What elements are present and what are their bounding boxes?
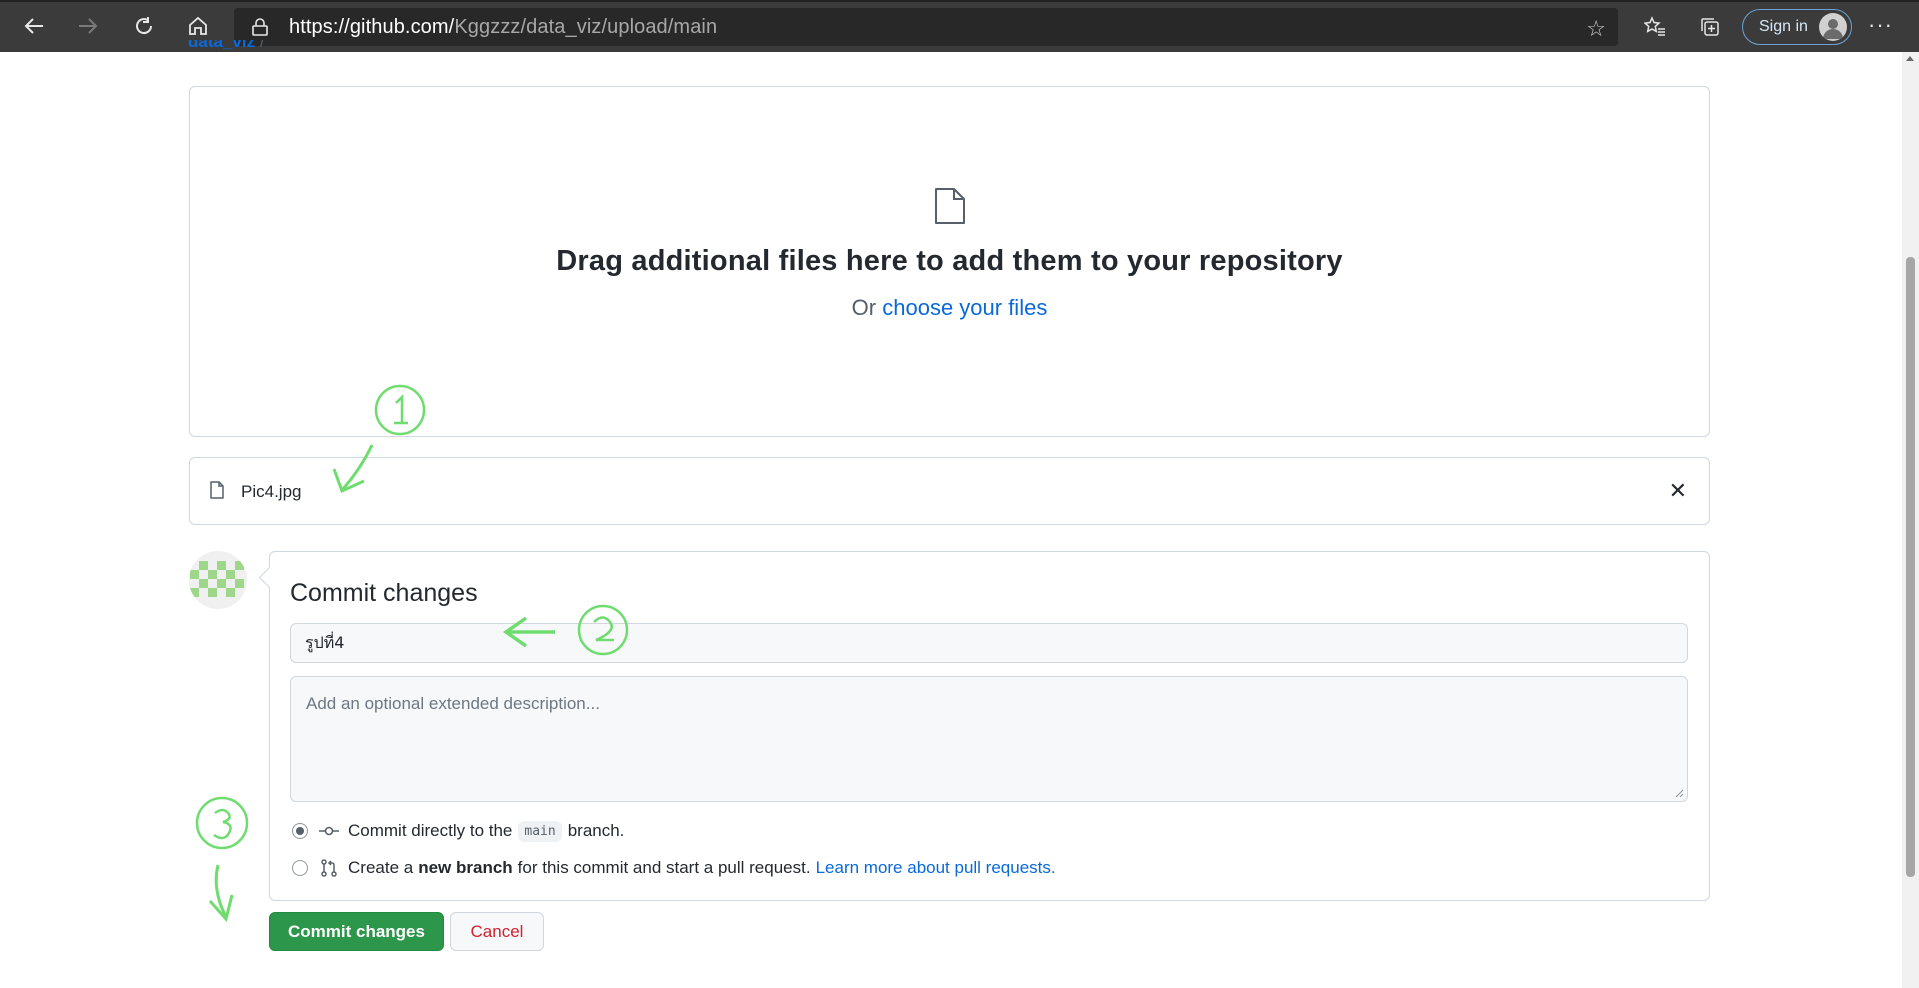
cancel-button[interactable]: Cancel — [450, 912, 544, 951]
description-placeholder: Add an optional extended description... — [306, 694, 600, 713]
commit-form: Commit changes รูปที่4 Add an optional e… — [269, 551, 1710, 901]
collections-icon[interactable] — [1693, 10, 1727, 44]
url-text[interactable]: https://github.com/Kggzzz/data_viz/uploa… — [289, 16, 717, 39]
file-drop-zone[interactable]: Drag additional files here to add them t… — [189, 86, 1710, 437]
new-branch-bold: new branch — [418, 858, 513, 877]
option-commit-direct[interactable]: Commit directly to the main branch. — [292, 819, 624, 843]
drop-zone-prefix: Or — [851, 295, 877, 320]
commit-direct-radio[interactable] — [292, 823, 308, 839]
scrollbar-thumb[interactable] — [1906, 257, 1915, 877]
sign-in-label: Sign in — [1759, 18, 1808, 35]
home-icon[interactable] — [180, 8, 216, 44]
drop-zone-subtitle: Or choose your files — [190, 295, 1709, 321]
uploaded-file-row: Pic4.jpg ✕ — [189, 457, 1710, 525]
more-icon[interactable]: ··· — [1868, 12, 1893, 38]
remove-file-icon[interactable]: ✕ — [1669, 478, 1687, 504]
new-branch-prefix: Create a — [348, 858, 414, 877]
favorite-star-icon[interactable]: ☆ — [1586, 16, 1606, 42]
url-path: Kggzzz/data_viz/upload/main — [454, 15, 718, 38]
url-host: https://github.com/ — [289, 15, 455, 38]
git-commit-icon — [318, 822, 340, 840]
profile-icon — [1819, 13, 1847, 41]
file-icon — [210, 481, 224, 504]
new-branch-suffix: for this commit and start a pull request… — [517, 858, 811, 877]
commit-summary-input[interactable]: รูปที่4 — [290, 623, 1688, 663]
back-icon[interactable] — [16, 8, 52, 44]
sign-in-button[interactable]: Sign in — [1742, 9, 1852, 45]
address-bar[interactable]: https://github.com/Kggzzz/data_viz/uploa… — [234, 8, 1618, 46]
commit-heading: Commit changes — [290, 579, 478, 607]
commit-direct-suffix: branch. — [567, 821, 625, 840]
scroll-up-arrow-icon[interactable] — [1906, 56, 1914, 61]
lock-icon[interactable] — [252, 18, 268, 41]
branch-name: main — [518, 820, 562, 842]
forward-icon[interactable] — [70, 8, 106, 44]
uploaded-file-name: Pic4.jpg — [241, 482, 302, 501]
learn-more-pull-requests-link[interactable]: Learn more about pull requests. — [816, 858, 1056, 878]
tab-strip — [0, 0, 1919, 2]
resize-handle-icon[interactable] — [1674, 788, 1684, 798]
commit-description-textarea[interactable]: Add an optional extended description... — [290, 676, 1688, 802]
commit-direct-label: Commit directly to the — [348, 821, 513, 840]
avatar — [189, 551, 247, 609]
browser-toolbar: https://github.com/Kggzzz/data_viz/uploa… — [0, 0, 1919, 52]
choose-files-link[interactable]: choose your files — [882, 295, 1047, 320]
git-pull-request-icon — [318, 859, 340, 877]
new-branch-radio[interactable] — [292, 860, 308, 876]
breadcrumb: data_viz / — [188, 40, 265, 52]
option-new-branch[interactable]: Create a new branch for this commit and … — [292, 856, 1056, 880]
breadcrumb-repo-link[interactable]: data_viz — [188, 40, 255, 51]
breadcrumb-separator: / — [259, 40, 265, 51]
page-scrollbar[interactable] — [1902, 52, 1919, 988]
favorites-icon[interactable] — [1638, 10, 1672, 44]
file-icon — [934, 187, 966, 230]
commit-changes-button[interactable]: Commit changes — [269, 912, 444, 951]
annotation-step-3 — [195, 796, 249, 923]
drop-zone-title: Drag additional files here to add them t… — [556, 245, 1343, 277]
refresh-icon[interactable] — [126, 8, 162, 44]
